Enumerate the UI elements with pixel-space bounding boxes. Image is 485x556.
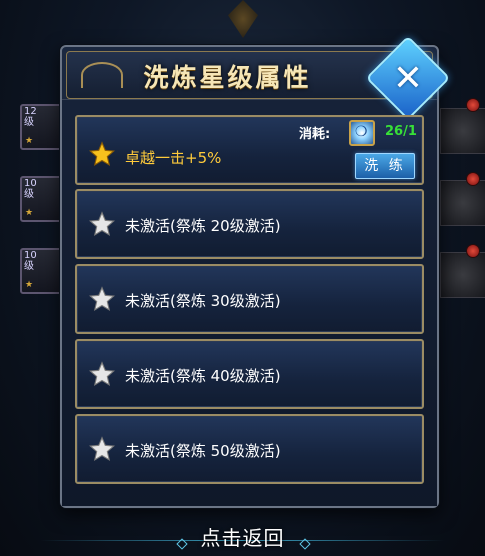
locked-attribute-text: 未激活(祭炼 30级激活) xyxy=(125,292,281,310)
locked-attribute-text: 未激活(祭炼 50级激活) xyxy=(125,442,281,460)
close-x-icon[interactable]: ✕ xyxy=(378,48,438,108)
slot-star-icon: ★ xyxy=(25,136,34,146)
attribute-card-active: 卓越一击+5% 消耗: ❍ 26/1 洗 练 xyxy=(75,115,424,185)
background-right-slot-1[interactable] xyxy=(440,108,485,154)
cost-label: 消耗: xyxy=(299,127,331,142)
return-bar[interactable]: 点击返回 xyxy=(0,520,485,556)
silver-star-icon xyxy=(89,436,115,461)
slot-star-icon: ★ xyxy=(25,208,34,218)
active-attribute-text: 卓越一击+5% xyxy=(125,149,222,167)
attribute-card-locked-2: 未激活(祭炼 30级激活) xyxy=(75,264,424,334)
red-dot-icon xyxy=(466,172,480,186)
silver-star-icon xyxy=(89,286,115,311)
dialog-title: 洗炼星级属性 xyxy=(143,63,312,92)
attribute-card-locked-3: 未激活(祭炼 40级激活) xyxy=(75,339,424,409)
refine-button[interactable]: 洗 练 xyxy=(355,153,415,179)
refine-stone-icon[interactable]: ❍ xyxy=(349,120,375,146)
silver-star-icon xyxy=(89,361,115,386)
cost-count: 26/1 xyxy=(385,124,417,139)
locked-attribute-text: 未激活(祭炼 40级激活) xyxy=(125,367,281,385)
gold-star-icon xyxy=(89,141,115,166)
locked-attribute-text: 未激活(祭炼 20级激活) xyxy=(125,217,281,235)
background-right-slot-2[interactable] xyxy=(440,180,485,226)
attribute-card-locked-1: 未激活(祭炼 20级激活) xyxy=(75,189,424,259)
red-dot-icon xyxy=(466,244,480,258)
slot-level-2: 10 级 xyxy=(24,178,37,200)
attribute-card-locked-4: 未激活(祭炼 50级激活) xyxy=(75,414,424,484)
red-dot-icon xyxy=(466,98,480,112)
return-label[interactable]: 点击返回 xyxy=(0,522,485,551)
background-right-slot-3[interactable] xyxy=(440,252,485,298)
slot-level-3: 10 级 xyxy=(24,250,37,272)
silver-star-icon xyxy=(89,211,115,236)
slot-level-1: 12 级 xyxy=(24,106,37,128)
slot-star-icon: ★ xyxy=(25,280,34,290)
